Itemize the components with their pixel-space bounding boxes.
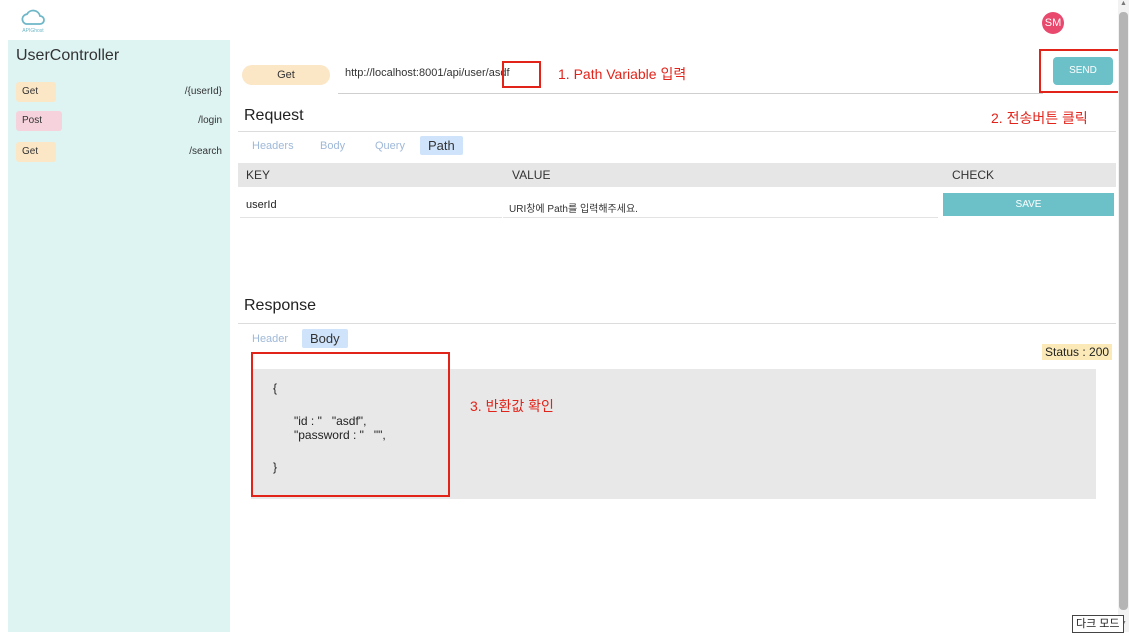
annotation-step-3: 3. 반환값 확인	[470, 398, 554, 414]
tab-headers[interactable]: Headers	[252, 140, 294, 152]
scrollbar-thumb[interactable]	[1119, 12, 1128, 610]
table-header: KEY VALUE CHECK	[238, 163, 1116, 187]
method-badge: Get	[16, 142, 56, 162]
sidebar: UserController Get /{userId} Post /login…	[8, 40, 230, 632]
key-value: userId	[246, 199, 277, 211]
tab-path[interactable]: Path	[420, 136, 463, 155]
divider	[238, 323, 1116, 324]
method-selector[interactable]: Get	[242, 65, 330, 85]
tab-response-header[interactable]: Header	[252, 333, 288, 345]
column-header-value: VALUE	[512, 168, 551, 182]
column-header-key: KEY	[246, 168, 271, 182]
url-underline	[338, 93, 1043, 94]
status-badge: Status : 200	[1042, 344, 1113, 360]
annotation-step-1: 1. Path Variable 입력	[558, 66, 687, 82]
send-button[interactable]: SEND	[1053, 57, 1113, 85]
request-title: Request	[244, 107, 304, 124]
sidebar-item-get-search[interactable]: Get /search	[16, 142, 222, 162]
avatar[interactable]: SM	[1042, 12, 1064, 34]
method-badge: Post	[16, 111, 62, 131]
key-field[interactable]: userId	[240, 193, 502, 218]
endpoint-path: /{userId}	[184, 86, 222, 97]
scroll-up-icon[interactable]: ▲	[1120, 0, 1127, 7]
response-title: Response	[244, 297, 317, 314]
tab-response-body[interactable]: Body	[302, 329, 348, 348]
path-variable-highlight	[502, 61, 541, 88]
sidebar-title: UserController	[16, 47, 120, 64]
tab-query[interactable]: Query	[375, 140, 405, 152]
endpoint-path: /search	[189, 146, 222, 157]
logo-label: APIGhost	[22, 28, 44, 34]
method-badge: Get	[16, 82, 56, 102]
save-button[interactable]: SAVE	[943, 193, 1114, 216]
endpoint-path: /login	[198, 115, 222, 126]
response-highlight	[251, 352, 450, 497]
sidebar-item-get-userid[interactable]: Get /{userId}	[16, 82, 222, 102]
value-field[interactable]: URI창에 Path를 입력해주세요.	[503, 193, 938, 218]
value-placeholder: URI창에 Path를 입력해주세요.	[509, 204, 638, 215]
sidebar-item-post-login[interactable]: Post /login	[16, 111, 222, 131]
dark-mode-button[interactable]: 다크 모드	[1072, 615, 1124, 633]
url-input[interactable]: http://localhost:8001/api/user/asdf	[345, 67, 510, 79]
divider	[238, 131, 1116, 132]
tab-body[interactable]: Body	[320, 140, 345, 152]
column-header-check: CHECK	[952, 168, 995, 182]
annotation-step-2: 2. 전송버튼 클릭	[991, 110, 1088, 126]
